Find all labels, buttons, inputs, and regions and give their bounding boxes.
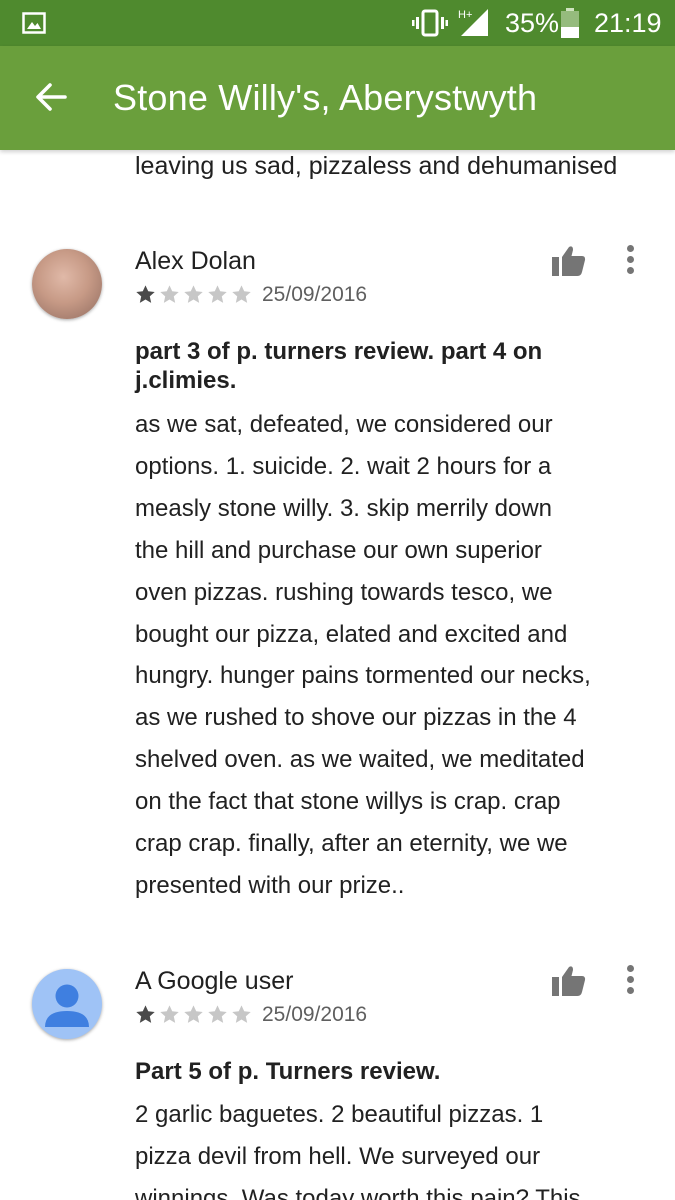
- review-title: Part 5 of p. Turners review.: [135, 1057, 615, 1086]
- review-body-line: crap crap. finally, after an eternity, w…: [135, 830, 568, 858]
- review-body-line: oven pizzas. rushing towards tesco, we: [135, 578, 553, 606]
- review-author[interactable]: A Google user: [135, 966, 293, 996]
- star-empty-icon: [160, 285, 179, 303]
- star-filled-icon: [136, 1005, 155, 1023]
- review-body-line: bought our pizza, elated and excited and: [135, 620, 568, 648]
- review-body-line: hungry. hunger pains tormented our necks…: [135, 662, 591, 690]
- signal-icon: H+: [458, 7, 490, 42]
- review-body-line: presented with our prize..: [135, 871, 405, 899]
- review-title: part 3 of p. turners review. part 4 on j…: [135, 337, 615, 395]
- star-empty-icon: [232, 285, 251, 303]
- battery-icon: [561, 8, 579, 43]
- review-body-line: the hill and purchase our own superior: [135, 536, 542, 564]
- star-filled-icon: [136, 285, 155, 303]
- review-body-line: pizza devil from hell. We surveyed our: [135, 1142, 541, 1170]
- avatar[interactable]: [32, 249, 102, 319]
- reviews-list[interactable]: leaving us sad, pizzaless and dehumanise…: [0, 150, 675, 1200]
- review-body-line: as we rushed to shove our pizzas in the …: [135, 704, 577, 732]
- back-arrow-icon[interactable]: [34, 80, 68, 119]
- review-date: 25/09/2016: [262, 283, 368, 306]
- review-body-line: winnings. Was today worth this pain? Thi…: [135, 1184, 581, 1200]
- app-bar: Stone Willy's, Aberystwyth: [0, 46, 675, 150]
- review-body-line: on the fact that stone willys is crap. c…: [135, 788, 561, 816]
- star-empty-icon: [232, 1005, 251, 1023]
- review-body-line: options. 1. suicide. 2. wait 2 hours for…: [135, 452, 552, 480]
- review-body-line: as we sat, defeated, we considered our: [135, 411, 553, 438]
- page-title: Stone Willy's, Aberystwyth: [113, 77, 538, 118]
- star-rating: [135, 284, 252, 305]
- review-title-line: j.climies.: [135, 367, 237, 394]
- gallery-notification-icon: [22, 12, 46, 39]
- review-body: 2 garlic baguetes. 2 beautiful pizzas. 1…: [135, 1094, 640, 1200]
- more-options-icon[interactable]: [618, 245, 642, 277]
- star-empty-icon: [208, 285, 227, 303]
- star-empty-icon: [184, 285, 203, 303]
- review-title-line: part 3 of p. turners review. part 4 on: [135, 338, 543, 365]
- review-body-line: 2 garlic baguetes. 2 beautiful pizzas. 1: [135, 1101, 544, 1128]
- thumbs-up-icon[interactable]: [552, 245, 586, 282]
- default-user-icon: [45, 984, 89, 1027]
- star-rating: [135, 1004, 252, 1025]
- review-body-line: measly stone willy. 3. skip merrily down: [135, 494, 553, 522]
- network-type: H+: [458, 9, 472, 21]
- star-empty-icon: [208, 1005, 227, 1023]
- thumbs-up-icon[interactable]: [552, 965, 586, 1002]
- review-body: as we sat, defeated, we considered our o…: [135, 404, 640, 907]
- vibrate-icon: [412, 9, 448, 42]
- avatar[interactable]: [32, 969, 102, 1039]
- previous-review-text: leaving us sad, pizzaless and dehumanise…: [135, 152, 618, 180]
- review-body-line: shelved oven. as we waited, we meditated: [135, 746, 585, 774]
- star-empty-icon: [160, 1005, 179, 1023]
- review-title-line: Part 5 of p. Turners review.: [135, 1058, 441, 1085]
- more-options-icon[interactable]: [618, 965, 642, 997]
- star-empty-icon: [184, 1005, 203, 1023]
- review-author[interactable]: Alex Dolan: [135, 246, 256, 276]
- battery-percentage: 35%: [505, 8, 560, 38]
- clock: 21:19: [594, 8, 662, 38]
- review-date: 25/09/2016: [262, 1003, 368, 1026]
- status-bar: H+ 35% 21:19: [0, 0, 675, 46]
